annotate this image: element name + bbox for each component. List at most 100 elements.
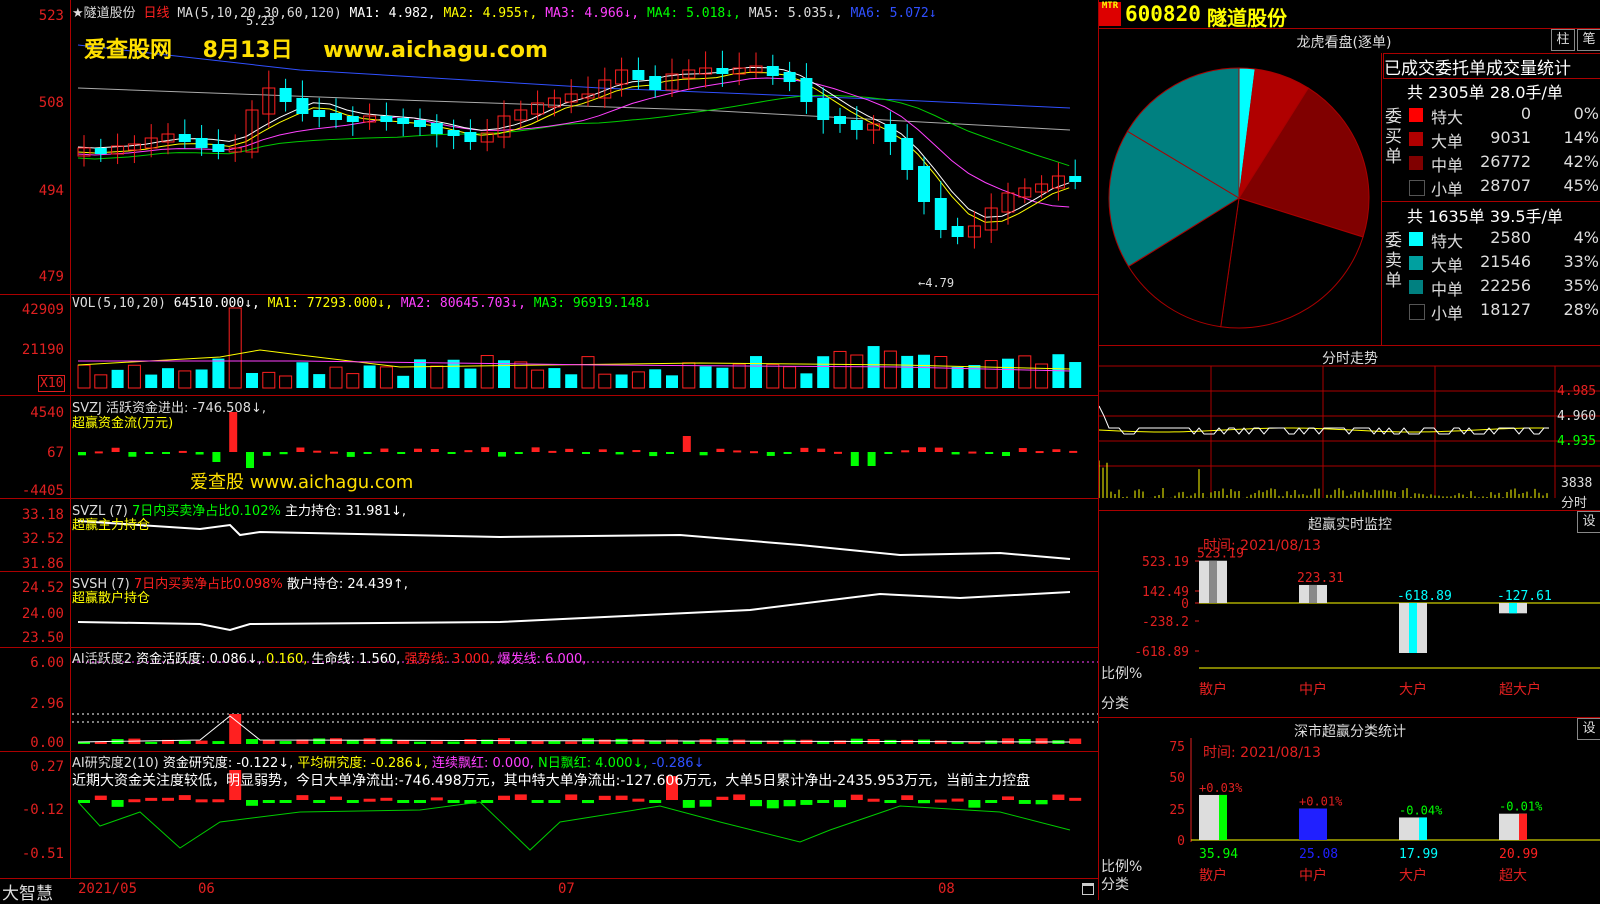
sell-summary: 共 1635单 39.5手/单 bbox=[1407, 207, 1563, 226]
research-bar bbox=[1069, 797, 1082, 801]
stock-code: 600820 bbox=[1125, 2, 1201, 26]
activity-bar bbox=[363, 738, 376, 744]
period-label[interactable]: 日线 bbox=[143, 6, 169, 21]
monitor-axis-label: 523.19 bbox=[1142, 555, 1189, 570]
flow-bar bbox=[582, 452, 590, 454]
tick-mode-button[interactable]: 笔 bbox=[1577, 29, 1600, 51]
volume-bar bbox=[951, 366, 964, 388]
flow-bar bbox=[934, 447, 943, 452]
color-swatch bbox=[1409, 256, 1423, 270]
brand-label[interactable]: 大智慧 bbox=[2, 879, 53, 904]
flow-bar bbox=[598, 449, 607, 452]
flow-bar bbox=[682, 436, 691, 452]
flow-bar bbox=[330, 451, 338, 454]
activity-bar bbox=[783, 739, 796, 744]
research-bar bbox=[212, 799, 225, 803]
sell-side-label: 委卖单 bbox=[1385, 231, 1402, 291]
bar-mode-button[interactable]: 柱 bbox=[1551, 29, 1575, 51]
candle-body bbox=[817, 98, 830, 120]
research-bar bbox=[968, 800, 981, 808]
sell-row: 大单 21546 33% bbox=[1405, 251, 1600, 275]
flow-bar bbox=[817, 448, 826, 452]
stock-title: ★隧道股份 bbox=[72, 6, 136, 21]
research-bar bbox=[1035, 800, 1048, 805]
svzj-panel[interactable]: 4540 67 -4405 SVZJ 活跃资金进出: -746.508↓, 超赢… bbox=[0, 396, 1098, 499]
svzl-panel[interactable]: 33.18 32.52 31.86 SVZL (7) 7日内买卖净占比0.102… bbox=[0, 499, 1098, 572]
ma2-value: MA2: 4.955↑, bbox=[443, 6, 538, 21]
monitor-ratio-label: 比例% bbox=[1101, 666, 1143, 682]
research-bar bbox=[78, 800, 90, 803]
volume-panel[interactable]: 42909 21190 X10 VOL(5,10,20) 64510.000↓,… bbox=[0, 295, 1098, 396]
volume-bar bbox=[716, 367, 729, 388]
volume-bar bbox=[934, 356, 948, 389]
monitor-category: 散户 bbox=[1199, 681, 1227, 698]
volume-bar bbox=[195, 369, 208, 388]
candle-body bbox=[884, 124, 897, 142]
svsh-panel[interactable]: 24.52 24.00 23.50 SVSH (7) 7日内买卖净占比0.098… bbox=[0, 572, 1098, 648]
candle-body bbox=[430, 123, 443, 134]
volume-bar bbox=[313, 374, 326, 388]
volume-bar bbox=[127, 364, 141, 389]
holding-line bbox=[77, 591, 1071, 632]
research-bar bbox=[1002, 796, 1014, 800]
flow-bar bbox=[615, 452, 624, 455]
research-bar bbox=[582, 800, 594, 804]
research-bar bbox=[430, 797, 443, 801]
ai-research-panel[interactable]: 0.27 -0.12 -0.51 AI研究度2(10) 资金研究度: -0.12… bbox=[0, 752, 1098, 878]
activity-bar bbox=[330, 738, 342, 744]
research-bar bbox=[632, 798, 645, 802]
research-bar bbox=[733, 794, 746, 800]
intraday-chart[interactable] bbox=[1099, 346, 1600, 510]
lock-icon[interactable] bbox=[1082, 883, 1094, 895]
volume-bar bbox=[111, 369, 124, 388]
volume-bar bbox=[296, 362, 309, 388]
classify-value: 17.99 bbox=[1399, 847, 1438, 862]
flow-bar bbox=[1069, 450, 1078, 453]
research-bar bbox=[682, 800, 695, 808]
monitor-bar-label: -127.61 bbox=[1497, 589, 1552, 604]
kline-panel[interactable]: 523 508 494 479 ★隧道股份 日线 MA(5,10,20,30,6… bbox=[0, 0, 1098, 295]
volume-bar bbox=[817, 356, 830, 388]
classify-category: 大户 bbox=[1399, 867, 1427, 884]
flow-bar bbox=[229, 412, 238, 452]
activity-bar bbox=[246, 739, 258, 744]
candle-body bbox=[649, 76, 662, 90]
monitor-category: 中户 bbox=[1299, 681, 1327, 698]
classify-panel[interactable]: 深市超赢分类统计 设 时间: 2021/08/13 75 50 25 0 +0.03% 3… bbox=[1098, 718, 1600, 900]
volume-bar bbox=[212, 358, 225, 388]
flow-bar bbox=[766, 452, 775, 456]
classify-axis-label: 75 bbox=[1169, 740, 1185, 755]
ai-activity-panel[interactable]: 6.00 2.96 0.00 AI活跃度2 资金活跃度: 0.086↓, 0.1… bbox=[0, 648, 1098, 752]
volume-bar bbox=[649, 369, 662, 388]
activity-bar bbox=[598, 739, 611, 744]
flow-bar bbox=[716, 448, 725, 452]
research-bar bbox=[649, 800, 662, 803]
volume-bar bbox=[984, 360, 998, 389]
intraday-panel[interactable]: 分时走势 4.985 4.960 4.935 3838 分时 bbox=[1098, 346, 1600, 511]
classify-bar-color bbox=[1219, 794, 1227, 840]
flow-bar bbox=[565, 448, 574, 452]
order-pie-chart[interactable] bbox=[1099, 53, 1379, 343]
flow-bar bbox=[649, 452, 658, 457]
research-bar bbox=[1018, 800, 1031, 804]
classify-bar-chart[interactable]: 75 50 25 0 +0.03% 35.94 散户 +0.01% 25.08 中户 -0.04% 1… bbox=[1099, 718, 1600, 900]
monitor-panel[interactable]: 超赢实时监控 设 时间: 2021/08/13 523.19 142.49 0 -23… bbox=[1098, 511, 1600, 718]
candle-body bbox=[934, 198, 947, 230]
monitor-bar-chart[interactable]: 523.19142.490-238.2-618.89523.19散户223.31… bbox=[1099, 511, 1600, 717]
classify-axis-label: 0 bbox=[1177, 834, 1185, 849]
classify-value: 35.94 bbox=[1199, 847, 1238, 862]
mtr-logo-icon[interactable]: MTR bbox=[1099, 2, 1121, 26]
activity-bar bbox=[615, 738, 628, 744]
research-bar bbox=[750, 800, 762, 807]
research-bar bbox=[363, 798, 376, 802]
activity-bar bbox=[212, 741, 225, 744]
volume-bar bbox=[397, 375, 410, 388]
volume-bar bbox=[783, 366, 797, 389]
holding-line bbox=[77, 520, 1071, 560]
buy-row: 小单 28707 45% bbox=[1405, 175, 1600, 199]
flow-bar bbox=[985, 452, 994, 454]
flow-bar bbox=[94, 451, 103, 454]
volume-bar bbox=[548, 368, 561, 388]
lhb-panel[interactable]: 龙虎看盘(逐单) 柱 笔 已成交委托单成交量统计 共 2305单 28.0手/单… bbox=[1098, 29, 1600, 346]
candle-body bbox=[330, 113, 342, 120]
